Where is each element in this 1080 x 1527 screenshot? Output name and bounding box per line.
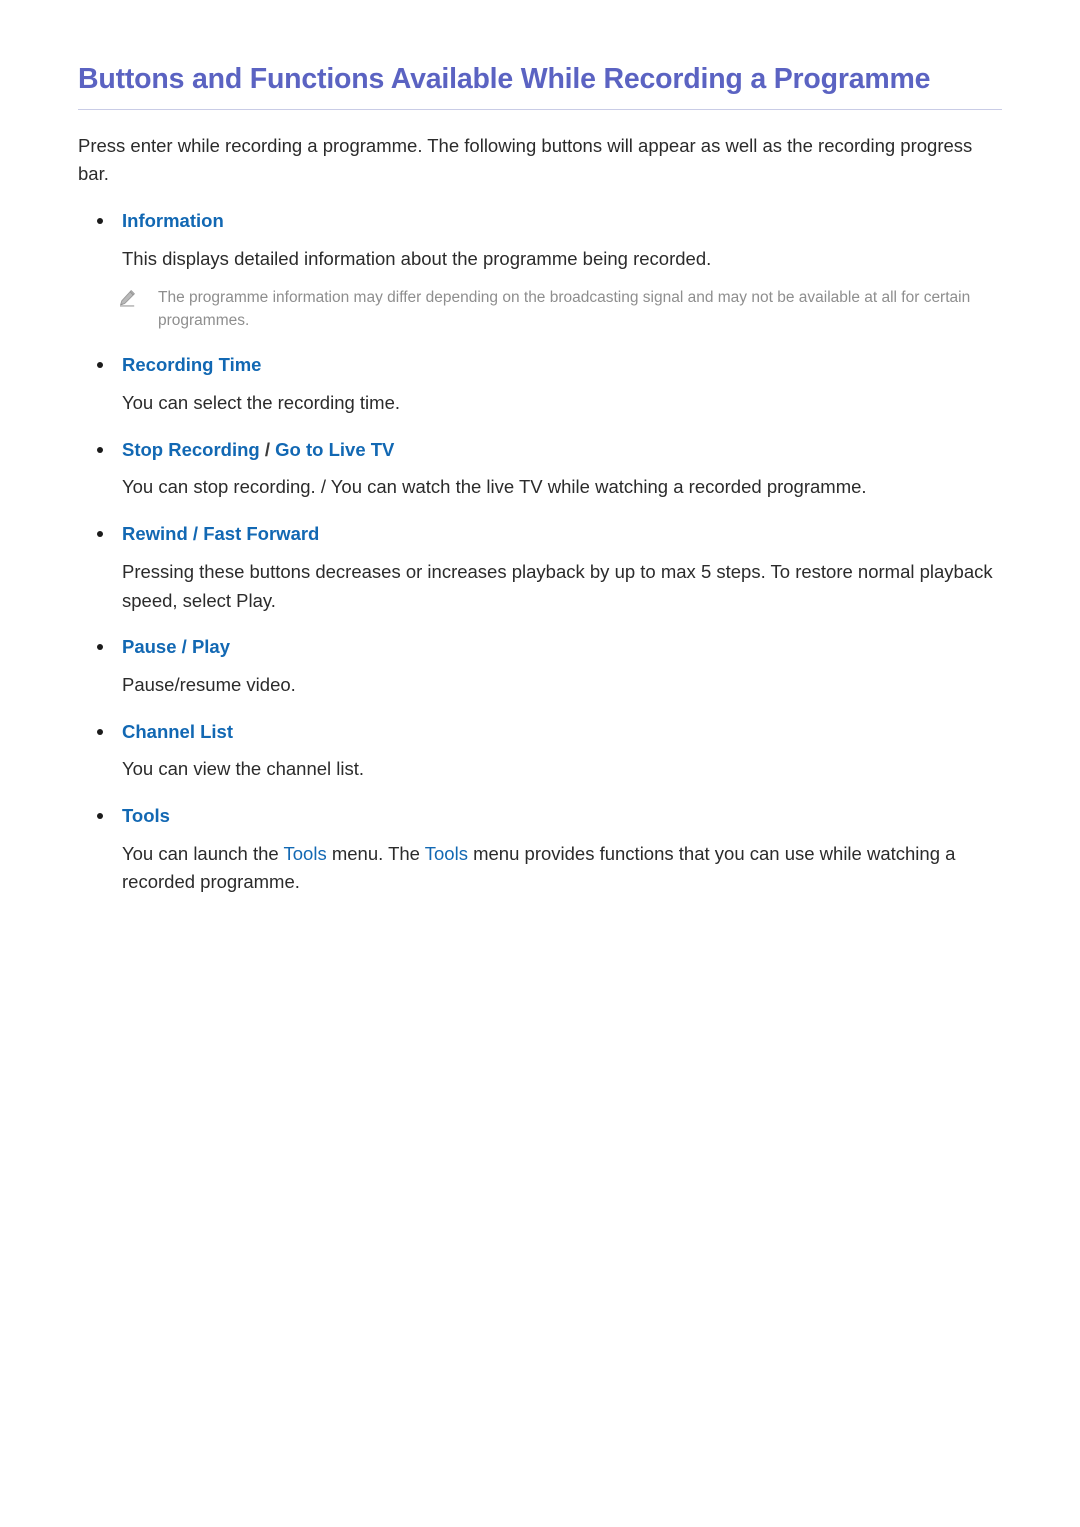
bullet-heading-rewind-fast-forward: Rewind / Fast Forward (78, 520, 1002, 548)
section-stop-recording: Stop Recording / Go to Live TV You can s… (78, 436, 1002, 502)
bullet-dot-icon (97, 362, 103, 369)
section-pause-play: Pause / Play Pause/resume video. (78, 633, 1002, 699)
heading-label-primary: Stop Recording (122, 438, 260, 460)
body-text-pause-play: Pause/resume video. (122, 673, 296, 695)
heading-separator: / (181, 636, 187, 658)
section-information: Information This displays detailed infor… (78, 207, 1002, 333)
heading-label-secondary: Go to Live TV (275, 438, 395, 460)
note-block-information: The programme information may differ dep… (78, 287, 1002, 333)
bullet-dot-icon (97, 217, 103, 224)
bullet-dot-icon (97, 446, 103, 453)
bullet-heading-pause-play: Pause / Play (78, 633, 1002, 661)
bullet-dot-icon (97, 531, 103, 538)
document-page: Buttons and Functions Available While Re… (0, 0, 1080, 1527)
heading-label-primary: Rewind (122, 523, 188, 545)
page-title: Buttons and Functions Available While Re… (78, 63, 931, 95)
section-rewind-fast-forward: Rewind / Fast Forward Pressing these but… (78, 520, 1002, 615)
tools-text-part1: You can launch the (122, 842, 284, 864)
body-text-stop-recording: You can stop recording. / You can watch … (122, 476, 867, 498)
body-text-channel-list: You can view the channel list. (122, 758, 365, 780)
bullet-heading-stop-recording: Stop Recording / Go to Live TV (78, 436, 1002, 464)
heading-label-primary: Pause (122, 636, 177, 658)
tools-text-part2: menu. The (326, 842, 425, 864)
bullet-heading-information: Information (78, 207, 1002, 235)
heading-label: Recording Time (122, 354, 262, 376)
heading-label: Tools (122, 805, 170, 827)
intro-paragraph: Press enter while recording a programme.… (78, 134, 973, 185)
bullet-heading-tools: Tools (78, 802, 1002, 830)
body-text-information: This displays detailed information about… (122, 247, 712, 269)
heading-label: Information (122, 209, 224, 231)
tools-keyword-1: Tools (283, 842, 327, 864)
bullet-dot-icon (97, 728, 103, 735)
heading-separator: / (192, 523, 199, 545)
section-channel-list: Channel List You can view the channel li… (78, 718, 1002, 784)
pencil-note-icon (120, 290, 135, 307)
note-text: The programme information may differ dep… (158, 289, 971, 330)
heading-label-secondary: Fast Forward (203, 523, 320, 545)
tools-keyword-2: Tools (424, 842, 468, 864)
bullet-dot-icon (97, 813, 103, 820)
body-text-tools: You can launch the Tools menu. The Tools… (78, 840, 1002, 897)
body-text-rewind-fast-forward: Pressing these buttons decreases or incr… (122, 560, 993, 611)
heading-label: Channel List (122, 720, 234, 742)
heading-separator: / (264, 438, 271, 460)
title-divider (78, 108, 1002, 110)
section-tools: Tools You can launch the Tools menu. The… (78, 802, 1002, 897)
bullet-heading-channel-list: Channel List (78, 718, 1002, 746)
section-recording-time: Recording Time You can select the record… (78, 351, 1002, 417)
bullet-dot-icon (97, 644, 103, 651)
bullet-heading-recording-time: Recording Time (78, 351, 1002, 379)
body-text-recording-time: You can select the recording time. (122, 392, 401, 414)
heading-label-secondary: Play (191, 636, 230, 658)
